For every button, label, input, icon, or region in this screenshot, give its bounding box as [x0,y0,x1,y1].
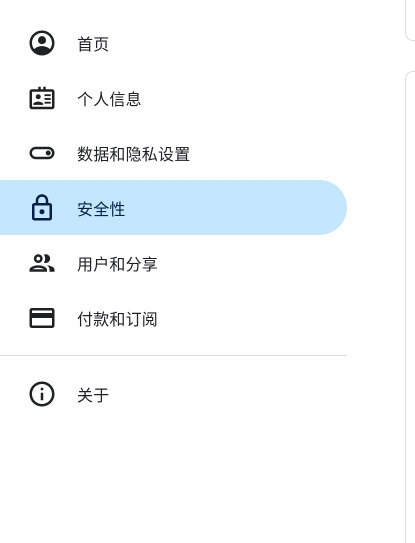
lock-icon [26,192,58,224]
sidebar-item-label: 用户和分享 [77,254,159,274]
sidebar-item-label: 首页 [77,34,110,54]
content-card [405,71,415,543]
toggle-icon [26,137,58,169]
sidebar-item-personal-info[interactable]: 个人信息 [0,70,347,125]
sidebar-item-people-sharing[interactable]: 用户和分享 [0,235,347,290]
sidebar-nav: 首页 个人信息 数据和隐私设置 安全性 用户和分享 付款和订阅 关于 [0,15,347,421]
id-card-icon [26,82,58,114]
sidebar-item-payments[interactable]: 付款和订阅 [0,290,347,345]
content-card-top [405,0,415,41]
sidebar-item-home[interactable]: 首页 [0,15,347,70]
people-icon [26,247,58,279]
home-account-icon [26,27,58,59]
sidebar-item-label: 关于 [77,385,110,405]
sidebar-item-security[interactable]: 安全性 [0,180,347,235]
sidebar-item-label: 付款和订阅 [77,309,159,329]
sidebar-item-label: 数据和隐私设置 [77,144,191,164]
credit-card-icon [26,302,58,334]
sidebar-divider [0,355,347,356]
sidebar-item-about[interactable]: 关于 [0,366,347,421]
sidebar-item-label: 安全性 [77,199,126,219]
info-icon [26,378,58,410]
account-page: 首页 个人信息 数据和隐私设置 安全性 用户和分享 付款和订阅 关于 [0,0,415,543]
sidebar-item-data-privacy[interactable]: 数据和隐私设置 [0,125,347,180]
sidebar-item-label: 个人信息 [77,89,142,109]
